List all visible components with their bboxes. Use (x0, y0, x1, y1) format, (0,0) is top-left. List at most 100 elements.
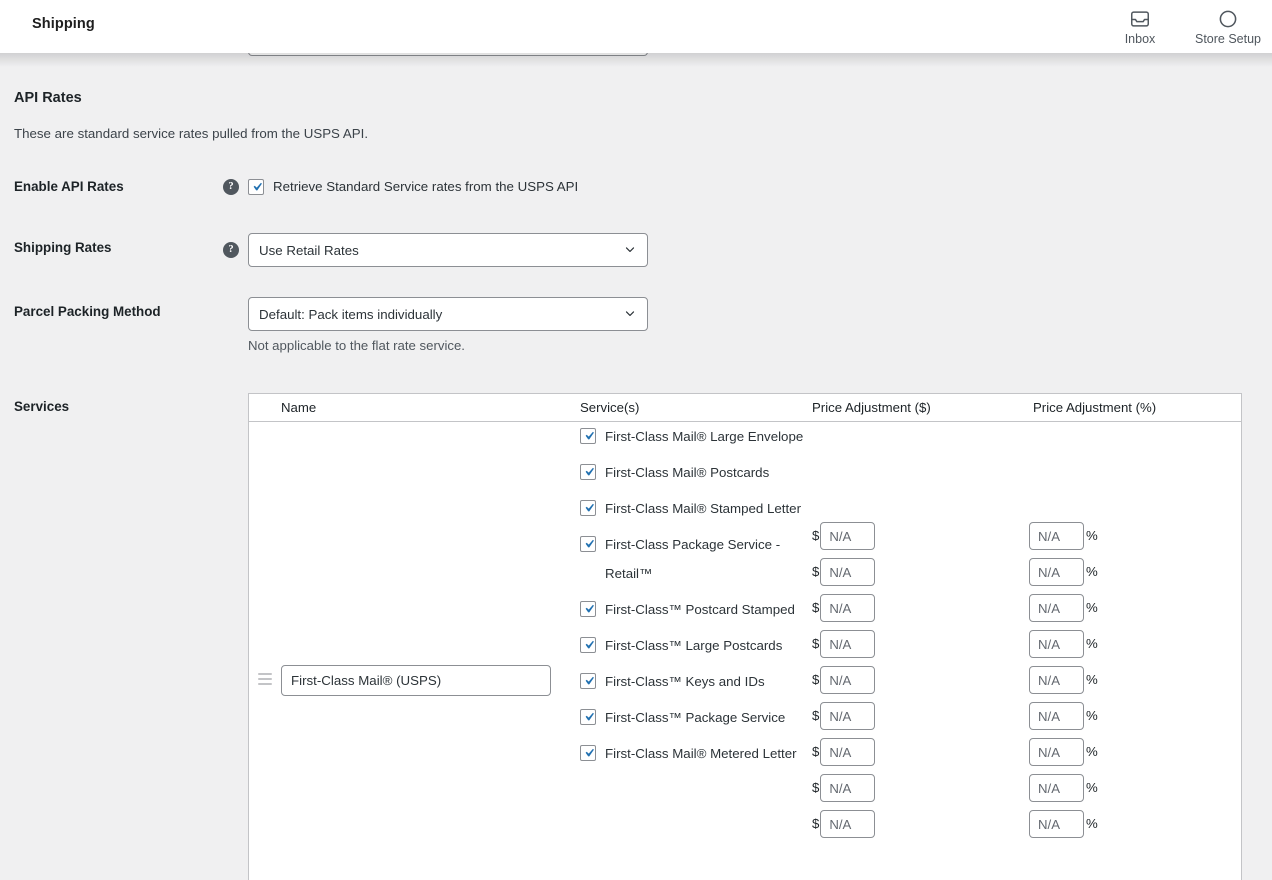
service-checkbox-item[interactable]: First-Class™ Package Service (580, 703, 805, 732)
price-adjustment-percent-cell: % (1029, 630, 1098, 658)
column-header-price-adjustment-percent: Price Adjustment (%) (1033, 400, 1157, 415)
dollar-sign-icon: $ (812, 708, 820, 724)
price-adjustment-dollar-input[interactable] (820, 522, 876, 550)
price-adjustment-dollar-cell: $ (812, 630, 876, 658)
price-adjustment-percent-cell: % (1029, 594, 1098, 622)
service-checkbox-item[interactable]: First-Class Mail® Postcards (580, 458, 805, 487)
price-adjustment-dollar-cell: $ (812, 558, 876, 586)
service-checkbox-item[interactable]: First-Class Mail® Large Envelope (580, 422, 805, 451)
service-checkbox-label: First-Class™ Keys and IDs (605, 674, 765, 689)
percent-sign-icon: % (1086, 528, 1098, 544)
service-checkbox-item[interactable]: First-Class Package Service - Retail™ (580, 530, 805, 588)
help-icon-enable-api-rates[interactable]: ? (223, 179, 239, 195)
price-adjustment-percent-cell: % (1029, 774, 1098, 802)
store-setup-button[interactable]: Store Setup (1184, 0, 1272, 53)
price-adjustment-percent-input[interactable] (1029, 558, 1084, 586)
service-checkbox-label: First-Class Mail® Stamped Letter (605, 501, 802, 516)
page-title: Shipping (32, 16, 95, 32)
service-checkbox[interactable] (580, 601, 596, 617)
percent-sign-icon: % (1086, 672, 1098, 688)
chevron-down-icon (625, 247, 635, 252)
service-checkbox[interactable] (580, 637, 596, 653)
price-adjustment-dollar-cell: $ (812, 522, 876, 550)
dollar-sign-icon: $ (812, 672, 820, 688)
service-checkbox[interactable] (580, 673, 596, 689)
price-adjustment-dollar-cell: $ (812, 666, 876, 694)
service-checkbox-item[interactable]: First-Class™ Large Postcards (580, 631, 805, 660)
price-adjustment-percent-input[interactable] (1029, 774, 1084, 802)
service-name-input[interactable] (281, 665, 551, 696)
inbox-button[interactable]: Inbox (1096, 0, 1184, 53)
price-adjustment-dollar-input[interactable] (820, 630, 876, 658)
parcel-packing-method-select[interactable]: Default: Pack items individually (248, 297, 648, 331)
help-icon-shipping-rates[interactable]: ? (223, 242, 239, 258)
service-checkbox[interactable] (580, 428, 596, 444)
price-adjustment-percent-input[interactable] (1029, 702, 1084, 730)
dollar-sign-icon: $ (812, 744, 820, 760)
price-adjustment-dollar-input[interactable] (820, 666, 876, 694)
service-checkbox-item[interactable]: First-Class™ Postcard Stamped (580, 595, 805, 624)
drag-handle-icon[interactable] (258, 673, 272, 685)
service-checkbox[interactable] (580, 500, 596, 516)
price-adjustment-percent-input[interactable] (1029, 522, 1084, 550)
price-adjustment-dollar-input[interactable] (820, 774, 876, 802)
price-adjustment-dollar-input[interactable] (820, 558, 876, 586)
price-adjustment-dollar-cell: $ (812, 738, 876, 766)
enable-api-rates-checkbox-label: Retrieve Standard Service rates from the… (273, 179, 579, 194)
percent-sign-icon: % (1086, 636, 1098, 652)
price-adjustment-dollar-cell: $ (812, 810, 876, 838)
service-checkbox-label: First-Class™ Postcard Stamped (605, 602, 795, 617)
price-adjustment-dollar-input[interactable] (820, 810, 876, 838)
shipping-rates-select[interactable]: Use Retail Rates (248, 233, 648, 267)
price-adjustment-percent-input[interactable] (1029, 666, 1084, 694)
service-checkbox[interactable] (580, 536, 596, 552)
service-checkbox-label: First-Class Mail® Large Envelope (605, 429, 804, 444)
enable-api-rates-label: Enable API Rates (14, 179, 124, 194)
percent-sign-icon: % (1086, 780, 1098, 796)
price-adjustment-percent-cell: % (1029, 666, 1098, 694)
dollar-sign-icon: $ (812, 600, 820, 616)
service-checkbox-item[interactable]: First-Class Mail® Metered Letter (580, 739, 805, 768)
service-checkbox[interactable] (580, 464, 596, 480)
percent-sign-icon: % (1086, 600, 1098, 616)
column-header-name: Name (281, 400, 317, 415)
price-adjustment-percent-input[interactable] (1029, 810, 1084, 838)
parcel-packing-method-note: Not applicable to the flat rate service. (248, 338, 465, 353)
price-adjustment-dollar-cell: $ (812, 594, 876, 622)
service-checkbox-label: First-Class™ Large Postcards (605, 638, 783, 653)
service-checkbox[interactable] (580, 745, 596, 761)
service-checkbox-item[interactable]: First-Class Mail® Stamped Letter (580, 494, 805, 523)
parcel-packing-method-label: Parcel Packing Method (14, 304, 161, 319)
service-checkbox-item[interactable]: First-Class™ Keys and IDs (580, 667, 805, 696)
enable-api-rates-checkbox[interactable] (248, 179, 264, 195)
parcel-packing-method-select-value: Default: Pack items individually (259, 306, 443, 322)
price-adjustment-percent-input[interactable] (1029, 594, 1084, 622)
service-checkbox[interactable] (580, 709, 596, 725)
services-checkbox-list: First-Class Mail® Large Envelope First-Cl… (580, 422, 805, 775)
service-checkbox-label: First-Class Package Service - Retail™ (605, 537, 781, 581)
services-table-row: First-Class Mail® Large Envelope First-Cl… (249, 422, 1241, 880)
price-adjustment-percent-cell: % (1029, 810, 1098, 838)
enable-api-rates-checkbox-row[interactable]: Retrieve Standard Service rates from the… (248, 179, 578, 195)
service-checkbox-label: First-Class™ Package Service (605, 710, 786, 725)
price-adjustment-dollar-input[interactable] (820, 702, 876, 730)
price-adjustment-dollar-input[interactable] (820, 594, 876, 622)
service-checkbox-label: First-Class Mail® Metered Letter (605, 746, 797, 761)
price-adjustment-percent-input[interactable] (1029, 630, 1084, 658)
price-adjustment-dollar-input[interactable] (820, 738, 876, 766)
chevron-down-icon (625, 311, 635, 316)
percent-sign-icon: % (1086, 816, 1098, 832)
dollar-sign-icon: $ (812, 564, 820, 580)
price-adjustment-dollar-cell: $ (812, 774, 876, 802)
price-adjustment-percent-cell: % (1029, 702, 1098, 730)
inbox-icon (1131, 11, 1149, 27)
percent-sign-icon: % (1086, 744, 1098, 760)
price-adjustment-percent-cell: % (1029, 522, 1098, 550)
services-label: Services (14, 399, 70, 414)
price-adjustment-percent-input[interactable] (1029, 738, 1084, 766)
shipping-rates-select-value: Use Retail Rates (259, 242, 359, 258)
price-adjustment-dollar-cell: $ (812, 702, 876, 730)
dollar-sign-icon: $ (812, 528, 820, 544)
page-header: Shipping Inbox Store Setup (0, 0, 1272, 53)
dollar-sign-icon: $ (812, 816, 820, 832)
